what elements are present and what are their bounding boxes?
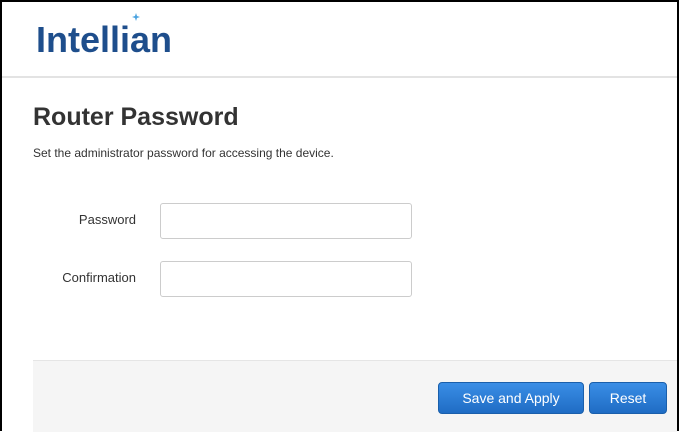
logo-text: Intellian [36, 19, 173, 60]
confirmation-label: Confirmation [62, 270, 136, 285]
reset-button[interactable]: Reset [589, 382, 667, 414]
page-description: Set the administrator password for acces… [33, 146, 334, 160]
confirmation-input[interactable] [160, 261, 412, 297]
header-bar: Intellian [2, 2, 677, 78]
password-input[interactable] [160, 203, 412, 239]
logo[interactable]: Intellian [36, 20, 172, 60]
save-and-apply-button[interactable]: Save and Apply [438, 382, 584, 414]
logo-spark-icon [132, 13, 140, 21]
password-label: Password [78, 212, 136, 227]
page-title: Router Password [33, 103, 239, 131]
